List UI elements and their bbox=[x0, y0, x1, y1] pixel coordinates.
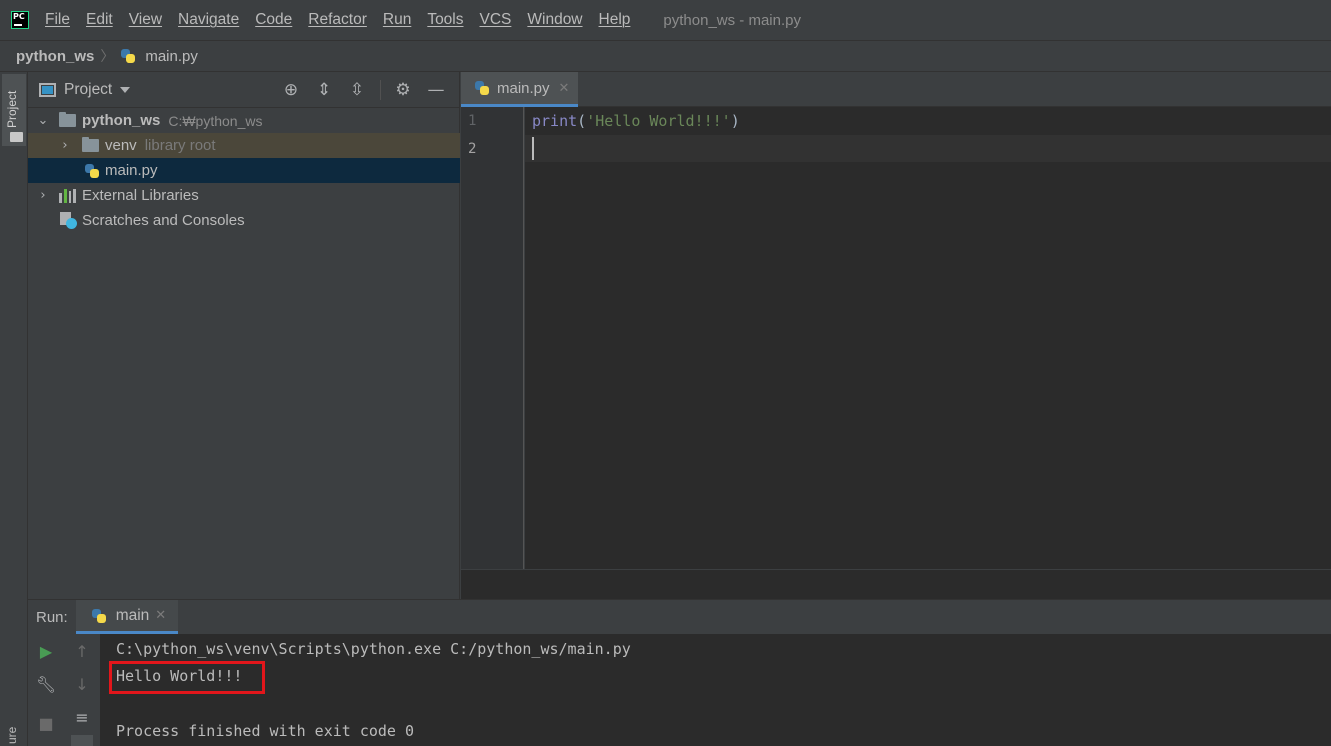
run-toolbar: ▶ ↑ 🔧︎ ↓ ■ ≡ bbox=[28, 634, 100, 746]
collapse-all-icon[interactable]: ⇳ bbox=[347, 80, 367, 100]
current-line-highlight bbox=[525, 135, 1331, 162]
python-file-icon bbox=[84, 163, 100, 179]
menu-help[interactable]: Help bbox=[599, 11, 631, 29]
tree-item-path: C:₩python_ws bbox=[168, 112, 263, 129]
console-command-line: C:\python_ws\venv\Scripts\python.exe C:/… bbox=[116, 640, 631, 658]
project-panel-title[interactable]: Project bbox=[64, 81, 112, 99]
tree-item-venv[interactable]: › venv library root bbox=[28, 133, 460, 158]
gear-icon[interactable]: ⚙ bbox=[393, 80, 413, 100]
run-tab-main[interactable]: main ✕ bbox=[75, 600, 179, 634]
code-builtin: print bbox=[532, 112, 578, 130]
menu-file[interactable]: File bbox=[45, 11, 70, 29]
code-paren: ( bbox=[577, 112, 587, 130]
code-editor[interactable]: print('Hello World!!!') bbox=[525, 107, 1331, 569]
tree-item-external-libraries[interactable]: › External Libraries bbox=[28, 183, 460, 208]
stop-icon[interactable]: ■ bbox=[35, 713, 57, 735]
editor-tab-bar: main.py ✕ bbox=[461, 72, 1331, 107]
tab-main-py[interactable]: main.py ✕ bbox=[461, 72, 578, 107]
code-string: 'Hello World!!!' bbox=[586, 112, 731, 130]
annotation-highlight-box bbox=[109, 661, 265, 694]
scroll-to-end-icon[interactable] bbox=[71, 735, 93, 746]
folder-icon bbox=[10, 132, 23, 142]
scratches-icon bbox=[60, 212, 77, 229]
python-file-icon bbox=[474, 80, 490, 96]
minimize-icon[interactable]: — bbox=[426, 80, 446, 100]
window-title: python_ws - main.py bbox=[663, 11, 801, 29]
run-label: Run: bbox=[36, 608, 68, 626]
line-number: 2 bbox=[468, 141, 477, 157]
run-panel-header: Run: main ✕ bbox=[28, 600, 1331, 634]
close-icon[interactable]: ✕ bbox=[155, 608, 166, 623]
chevron-down-icon[interactable] bbox=[120, 86, 131, 93]
up-arrow-icon[interactable]: ↑ bbox=[71, 641, 93, 663]
breadcrumb-project[interactable]: python_ws bbox=[16, 48, 94, 65]
breadcrumb-file[interactable]: main.py bbox=[145, 48, 198, 65]
menu-edit[interactable]: Edit bbox=[86, 11, 113, 29]
project-tool-button[interactable]: Project bbox=[2, 74, 26, 146]
tree-item-label: python_ws bbox=[82, 112, 161, 129]
menu-navigate[interactable]: Navigate bbox=[178, 11, 239, 29]
expand-all-icon[interactable]: ⇕ bbox=[314, 80, 334, 100]
project-panel-header: Project ⊕ ⇕ ⇳ ⚙ — bbox=[28, 72, 459, 108]
python-run-icon bbox=[91, 608, 107, 624]
editor-gutter: 1 2 bbox=[461, 107, 524, 569]
tree-item-scratches[interactable]: Scratches and Consoles bbox=[28, 208, 460, 233]
console-exit-line: Process finished with exit code 0 bbox=[116, 722, 415, 740]
project-view-icon bbox=[39, 82, 56, 97]
menu-bar: PC File Edit View Navigate Code Refactor… bbox=[0, 0, 1331, 40]
menu-refactor[interactable]: Refactor bbox=[308, 11, 367, 29]
tree-item-main-py[interactable]: main.py bbox=[28, 158, 460, 183]
run-tab-label: main bbox=[115, 606, 150, 624]
chevron-down-icon[interactable]: ⌄ bbox=[36, 113, 50, 128]
tab-label: main.py bbox=[497, 79, 550, 97]
chevron-right-icon[interactable]: › bbox=[58, 138, 72, 153]
down-arrow-icon[interactable]: ↓ bbox=[71, 674, 93, 696]
code-line-1: print('Hello World!!!') bbox=[532, 112, 740, 130]
tree-item-label: main.py bbox=[105, 162, 158, 179]
wrench-icon[interactable]: 🔧︎ bbox=[35, 674, 57, 696]
left-tool-stripe: Project bbox=[0, 72, 28, 746]
menu-run[interactable]: Run bbox=[383, 11, 411, 29]
folder-icon bbox=[59, 112, 76, 127]
navigation-bar: python_ws 〉 main.py bbox=[0, 40, 1331, 72]
tree-item-python-ws[interactable]: ⌄ python_ws C:₩python_ws bbox=[28, 108, 460, 133]
run-console[interactable]: C:\python_ws\venv\Scripts\python.exe C:/… bbox=[100, 634, 1331, 746]
tree-item-hint: library root bbox=[144, 137, 216, 154]
pycharm-logo-icon: PC bbox=[11, 11, 29, 29]
run-panel: Run: main ✕ ▶ ↑ 🔧︎ ↓ ■ ≡ C:\python_ws\ve… bbox=[28, 599, 1331, 746]
tree-item-label: External Libraries bbox=[82, 187, 199, 204]
folder-icon bbox=[82, 137, 99, 152]
editor-bottom-area bbox=[461, 569, 1331, 599]
breadcrumb-separator: 〉 bbox=[100, 48, 115, 64]
project-tool-label: Project bbox=[5, 90, 19, 128]
rerun-icon[interactable]: ▶ bbox=[35, 641, 57, 663]
library-icon bbox=[59, 188, 76, 203]
tree-item-label: Scratches and Consoles bbox=[82, 212, 245, 229]
text-caret bbox=[532, 137, 534, 160]
soft-wrap-icon[interactable]: ≡ bbox=[71, 707, 93, 729]
project-panel: Project ⊕ ⇕ ⇳ ⚙ — ⌄ python_ws C:₩python_… bbox=[28, 72, 460, 599]
tree-item-label: venv bbox=[105, 137, 137, 154]
menu-code[interactable]: Code bbox=[255, 11, 292, 29]
locate-file-icon[interactable]: ⊕ bbox=[281, 80, 301, 100]
close-icon[interactable]: ✕ bbox=[559, 81, 570, 96]
menu-window[interactable]: Window bbox=[527, 11, 582, 29]
structure-tool-label[interactable]: ure bbox=[5, 727, 19, 744]
chevron-right-icon[interactable]: › bbox=[36, 188, 50, 203]
line-number: 1 bbox=[468, 113, 477, 129]
python-file-icon bbox=[120, 48, 136, 64]
menu-tools[interactable]: Tools bbox=[427, 11, 463, 29]
toolbar-divider bbox=[380, 80, 381, 100]
menu-vcs[interactable]: VCS bbox=[480, 11, 512, 29]
code-paren: ) bbox=[730, 112, 740, 130]
menu-view[interactable]: View bbox=[129, 11, 162, 29]
